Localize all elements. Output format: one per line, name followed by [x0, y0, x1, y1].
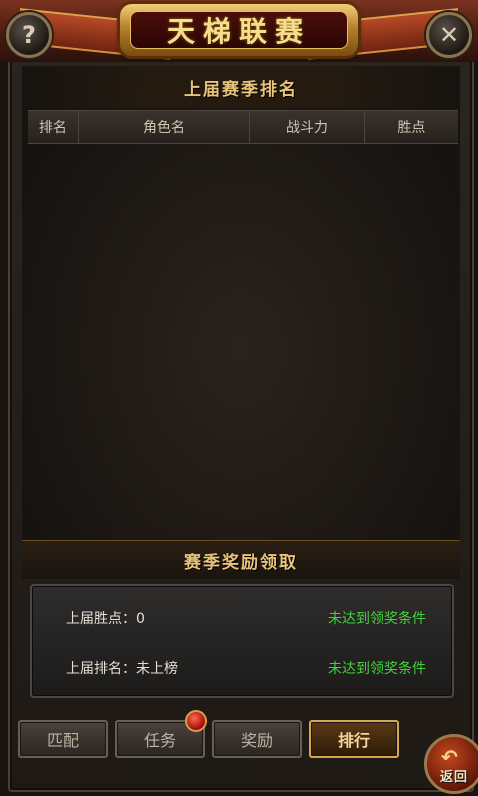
notification-badge-icon	[185, 710, 207, 732]
reward-row-points: 上届胜点：0 未达到领奖条件	[66, 608, 426, 628]
help-button[interactable]: ?	[6, 12, 52, 58]
column-rank: 排名	[28, 111, 79, 143]
column-points: 胜点	[397, 120, 426, 136]
title-plate: 天梯联赛	[120, 4, 358, 56]
ranking-title: 上届赛季排名	[22, 66, 460, 108]
question-icon: ?	[22, 21, 36, 49]
last-season-points: 上届胜点：0	[66, 611, 145, 627]
ranking-table-header: 排名 角色名 战斗力 胜点	[28, 110, 458, 144]
return-arrow-icon: ↶	[441, 745, 458, 769]
tab-rewards[interactable]: 奖励	[212, 720, 302, 758]
column-power: 战斗力	[250, 111, 365, 143]
rank-reward-status: 未达到领奖条件	[328, 661, 426, 677]
close-icon: ✕	[438, 21, 460, 49]
page-title: 天梯联赛	[166, 15, 311, 48]
bottom-tabs: 匹配 任务 奖励 排行	[18, 720, 399, 758]
reward-title: 赛季奖励领取	[22, 540, 460, 579]
ranking-panel: 上届赛季排名 排名 角色名 战斗力 胜点	[22, 66, 460, 540]
back-button[interactable]: ↶ 返回	[424, 734, 478, 794]
last-season-rank: 上届排名：未上榜	[66, 661, 178, 677]
tab-ranking[interactable]: 排行	[309, 720, 399, 758]
reward-row-rank: 上届排名：未上榜 未达到领奖条件	[66, 658, 426, 678]
reward-box: 上届胜点：0 未达到领奖条件 上届排名：未上榜 未达到领奖条件	[30, 584, 454, 698]
points-reward-status: 未达到领奖条件	[328, 611, 426, 627]
column-name: 角色名	[79, 111, 251, 143]
title-banner: 天梯联赛	[0, 0, 478, 62]
tab-match[interactable]: 匹配	[18, 720, 108, 758]
close-button[interactable]: ✕	[426, 12, 472, 58]
